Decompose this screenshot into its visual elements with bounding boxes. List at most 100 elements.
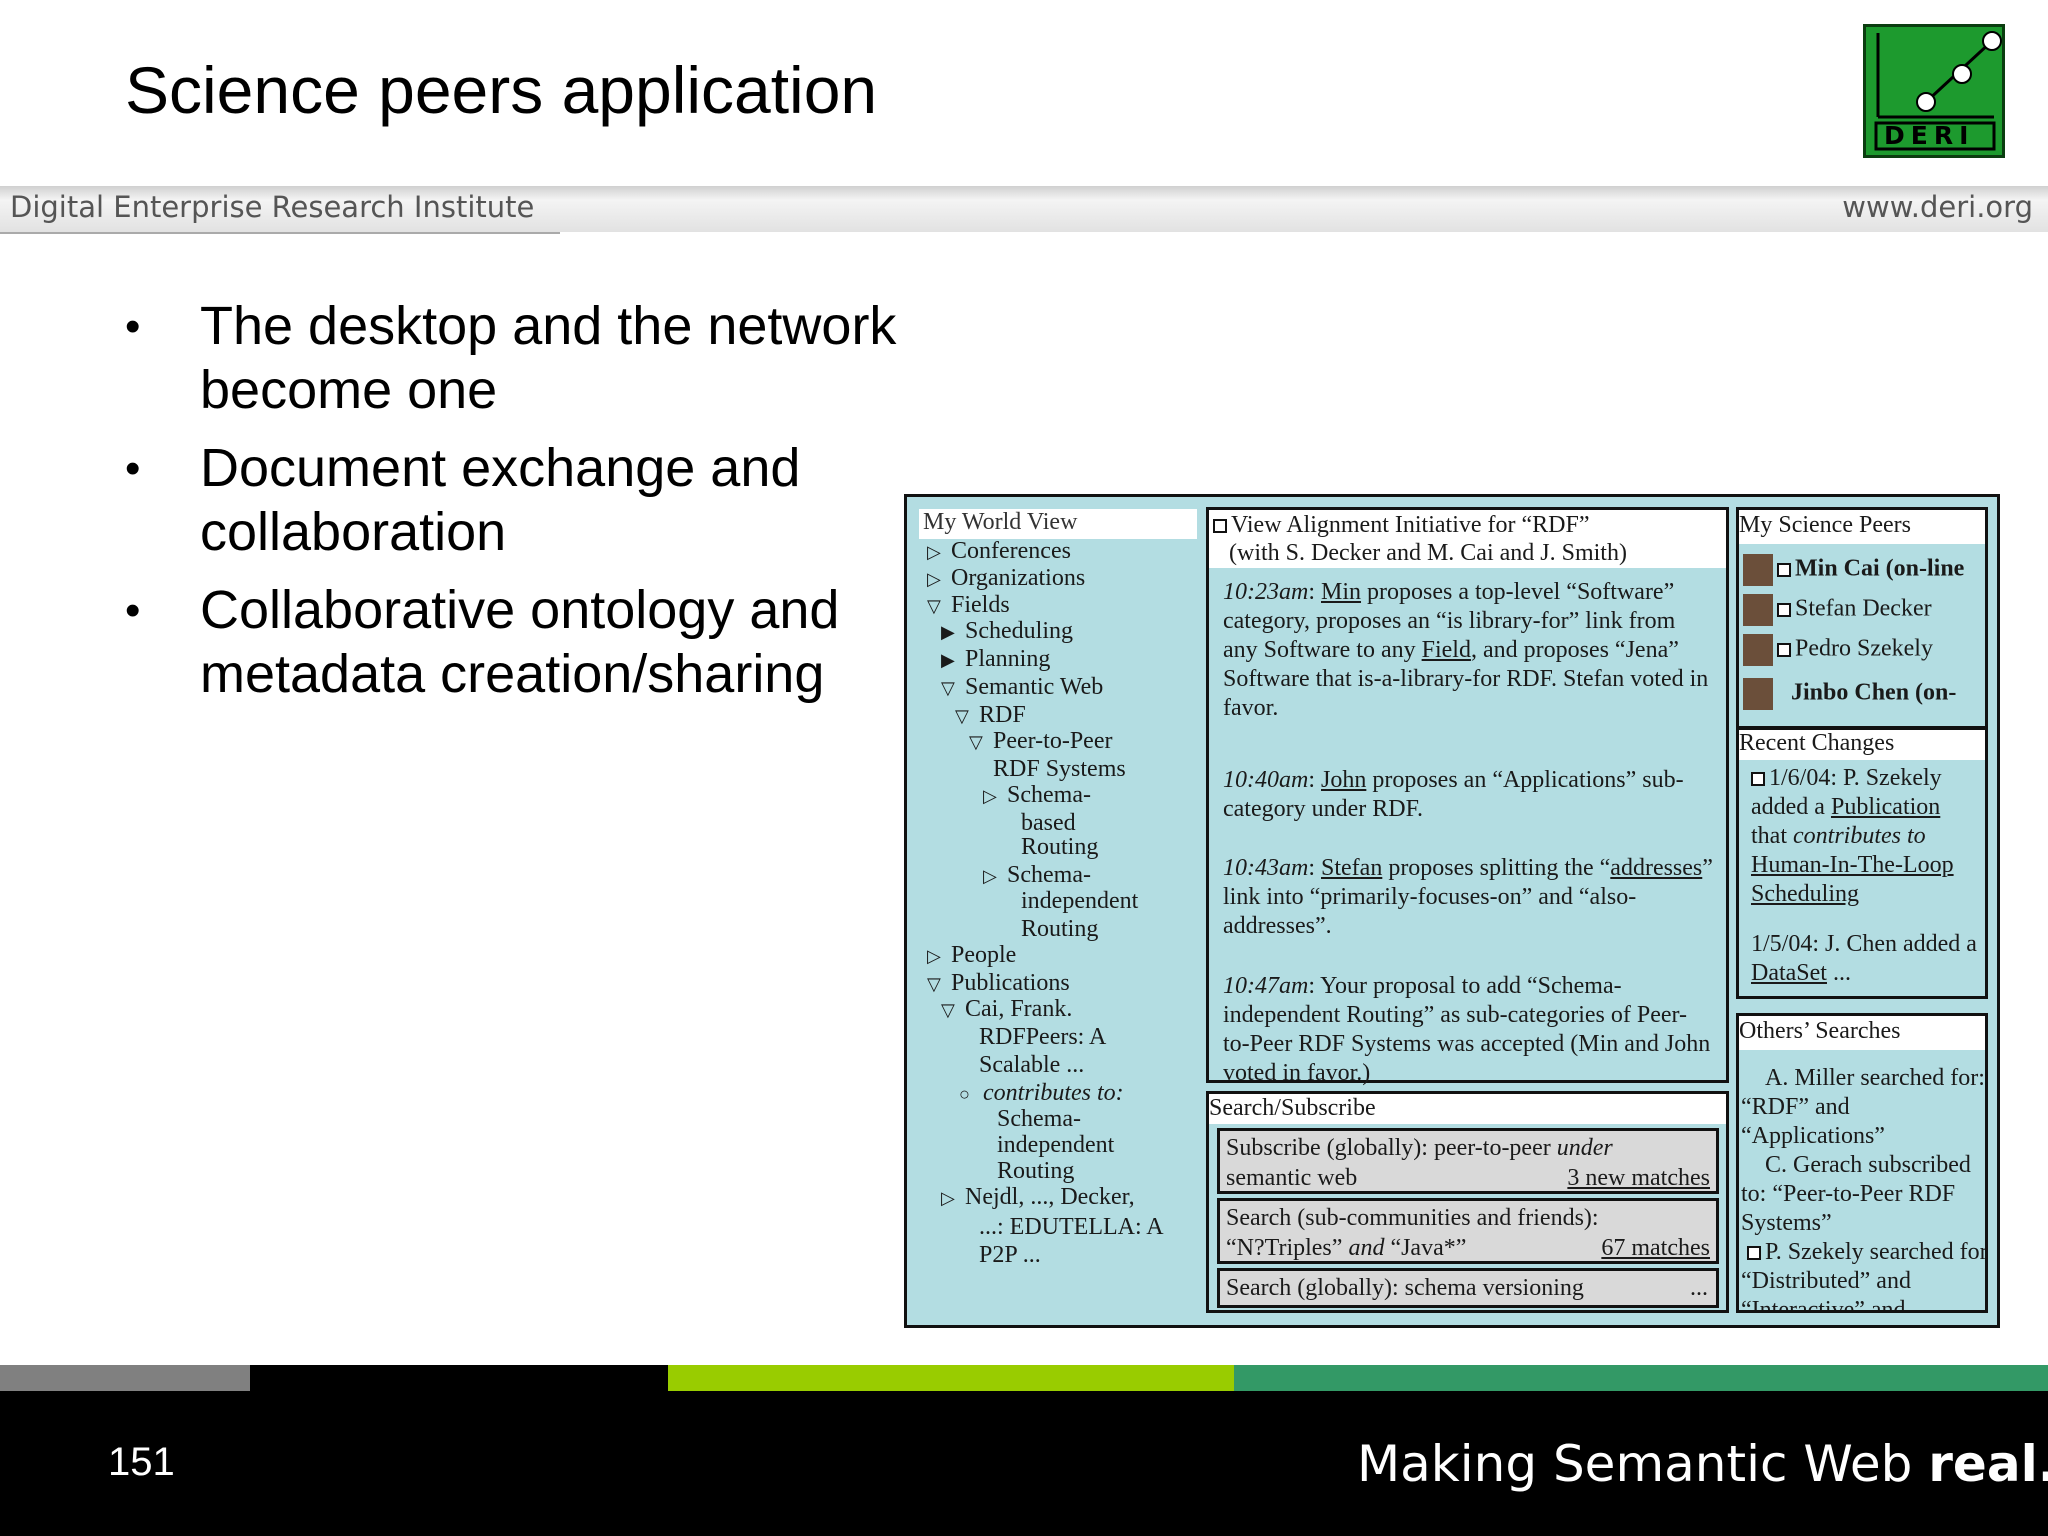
tree-item: Schema- <box>973 1105 1081 1133</box>
tree-item: independent <box>973 1131 1114 1159</box>
entry-link[interactable]: addresses <box>1610 855 1702 881</box>
alignment-title[interactable]: View Alignment Initiative for “RDF” <box>1213 512 1590 539</box>
peer-item[interactable]: Stefan Decker <box>1743 594 1932 626</box>
tree-item[interactable]: ▷ Schema- <box>983 861 1091 890</box>
entry-person-link[interactable]: Stefan <box>1321 855 1382 881</box>
tree-item-label: Scalable ... <box>979 1052 1085 1078</box>
tree-item: RDFPeers: A <box>955 1023 1106 1051</box>
triangle-down-outline-icon[interactable]: ▽ <box>941 996 965 1024</box>
tree-item[interactable]: ▷ Organizations <box>927 564 1085 593</box>
avatar <box>1743 678 1773 710</box>
tree-item-label: People <box>951 942 1017 968</box>
tree-item[interactable]: ○ contributes to: <box>959 1079 1124 1108</box>
tree-item[interactable]: ▽ Publications <box>927 969 1070 998</box>
triangle-right-outline-icon[interactable]: ▷ <box>941 1184 965 1212</box>
triangle-down-outline-icon[interactable]: ▽ <box>955 702 979 730</box>
triangle-right-filled-icon[interactable]: ▶ <box>941 646 965 674</box>
tree-item-label: RDFPeers: A <box>979 1024 1107 1050</box>
tree-item-label: RDF Systems <box>993 756 1126 782</box>
tree-item[interactable]: ▷ People <box>927 941 1016 970</box>
dataset-link[interactable]: DataSet <box>1751 960 1827 986</box>
triangle-down-outline-icon[interactable]: ▽ <box>927 592 951 620</box>
tagline: Making Semantic Web real. <box>1357 1435 2048 1493</box>
tree-item-label: Schema- <box>1007 782 1091 808</box>
stripe-black <box>250 1365 668 1391</box>
others-searches-panel: Others’ Searches A. Miller searched for:… <box>1736 1013 1988 1313</box>
search-box[interactable]: Search (sub-communities and friends): “N… <box>1217 1198 1719 1264</box>
tree-item-label: Publications <box>951 970 1070 996</box>
triangle-right-outline-icon[interactable]: ▷ <box>983 862 1007 890</box>
peer-name: Min Cai (on-line <box>1795 555 1965 582</box>
search-text: Search (globally): schema versioning <box>1226 1275 1584 1301</box>
website-url: www.deri.org <box>1842 190 2033 224</box>
checkbox-icon[interactable] <box>1213 519 1227 534</box>
subscribe-box[interactable]: Subscribe (globally): peer-to-peer under… <box>1217 1128 1719 1194</box>
triangle-down-outline-icon[interactable]: ▽ <box>941 674 965 702</box>
tree-item[interactable]: ▽ RDF <box>955 701 1026 730</box>
search-italic: and <box>1348 1235 1385 1261</box>
matches-link[interactable]: 67 matches <box>1601 1233 1710 1263</box>
peer-item[interactable]: Pedro Szekely <box>1743 634 1933 666</box>
triangle-right-outline-icon[interactable]: ▷ <box>983 782 1007 810</box>
tree-item[interactable]: ▽ Semantic Web <box>941 673 1103 702</box>
status-icon <box>1777 603 1791 617</box>
tree-item[interactable]: ▽ Peer-to-Peer <box>969 727 1112 756</box>
subscribe-italic: under <box>1556 1135 1613 1161</box>
tree-item[interactable]: ▷ Nejdl, ..., Decker, <box>941 1183 1135 1212</box>
world-view-title: My World View <box>919 509 1197 539</box>
triangle-down-outline-icon[interactable]: ▽ <box>969 728 993 756</box>
tree-item-label: contributes to: <box>983 1080 1124 1106</box>
triangle-right-outline-icon[interactable]: ▷ <box>927 538 951 566</box>
tree-item[interactable]: ▶ Scheduling <box>941 617 1073 646</box>
entry-time: 10:47am <box>1223 973 1309 999</box>
avatar <box>1743 594 1773 626</box>
peer-name: Jinbo Chen (on- <box>1791 679 1957 706</box>
triangle-right-filled-icon[interactable]: ▶ <box>941 618 965 646</box>
entry-link[interactable]: Field <box>1422 637 1471 663</box>
tree-item[interactable]: ▶ Planning <box>941 645 1050 674</box>
entry-person-link[interactable]: John <box>1321 767 1366 793</box>
tree-item-label: Planning <box>965 646 1051 672</box>
bullet-dot: • <box>125 444 141 493</box>
triangle-right-outline-icon[interactable]: ▷ <box>927 565 951 593</box>
logo-text: DERI <box>1884 121 1975 150</box>
peer-item[interactable]: Min Cai (on-line <box>1743 554 1964 586</box>
tree-item-label: Fields <box>951 592 1010 618</box>
bullet-square-icon <box>1747 1246 1761 1261</box>
others-title: Others’ Searches <box>1739 1018 1901 1044</box>
others-entry: A. Miller searched for: “RDF” and “Appli… <box>1741 1065 1985 1149</box>
tree-item-label: Cai, Frank. <box>965 996 1073 1022</box>
more-button[interactable]: ... <box>1690 1273 1708 1303</box>
avatar <box>1743 554 1773 586</box>
recent-text: 1/5/04: J. Chen added a <box>1751 931 1977 957</box>
deri-logo: DERI <box>1863 24 2005 158</box>
tree-item-label: Scheduling <box>965 618 1073 644</box>
tree-item[interactable]: ▽ Cai, Frank. <box>941 995 1072 1024</box>
publication-link[interactable]: Publication <box>1831 794 1940 820</box>
stripe-green <box>1234 1365 2048 1391</box>
circle-icon[interactable]: ○ <box>959 1080 983 1108</box>
entry-person-link[interactable]: Min <box>1321 579 1361 605</box>
tree-item[interactable]: ▽ Fields <box>927 591 1010 620</box>
status-icon <box>1777 563 1791 577</box>
recent-italic: contributes to <box>1793 823 1926 849</box>
peer-name: Pedro Szekely <box>1795 635 1933 662</box>
bullet-text: The desktop and the network become one <box>200 296 897 420</box>
tree-item-label: Schema- <box>997 1106 1081 1132</box>
triangle-right-outline-icon[interactable]: ▷ <box>927 942 951 970</box>
tree-item[interactable]: ▷ Conferences <box>927 537 1071 566</box>
status-icon <box>1777 643 1791 657</box>
search-panel: Search/Subscribe Subscribe (globally): p… <box>1206 1091 1729 1313</box>
new-matches-link[interactable]: 3 new matches <box>1567 1163 1710 1193</box>
peer-item[interactable]: Jinbo Chen (on- <box>1743 678 1956 710</box>
scheduling-link[interactable]: Human-In-The-Loop Scheduling <box>1751 852 1954 907</box>
others-text: P. Szekely searched for “Distributed” an… <box>1741 1239 1988 1313</box>
search-text: “Java*” <box>1384 1235 1467 1261</box>
tree-item: Routing <box>973 1157 1074 1185</box>
peers-title: My Science Peers <box>1739 512 1911 538</box>
tree-item-label: Schema- <box>1007 862 1091 888</box>
triangle-down-outline-icon[interactable]: ▽ <box>927 970 951 998</box>
tree-item[interactable]: ▷ Schema- <box>983 781 1091 810</box>
search-box[interactable]: Search (globally): schema versioning... <box>1217 1268 1719 1308</box>
recent-text: that <box>1751 823 1793 849</box>
